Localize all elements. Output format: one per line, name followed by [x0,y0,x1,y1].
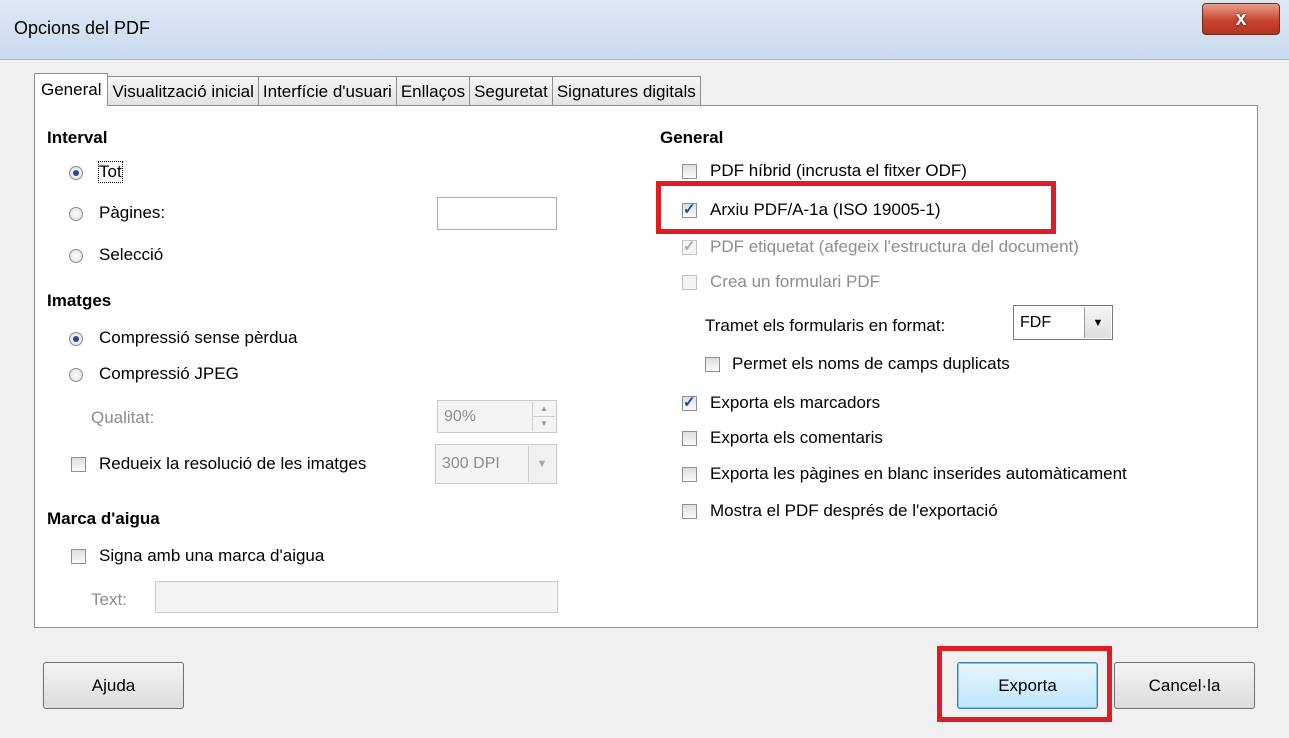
spin-down-icon[interactable]: ▼ [533,417,555,432]
interval-heading: Interval [47,128,108,147]
general-heading: General [660,128,724,147]
chevron-down-icon[interactable]: ▼ [1084,307,1111,338]
tab-links[interactable]: Enllaços [395,76,471,106]
radio-jpeg[interactable] [69,368,83,382]
radio-all-label: Tot [98,161,123,183]
reduce-resolution-label: Redueix la resolució de les imatges [99,454,367,473]
spin-up-icon[interactable]: ▲ [533,402,555,417]
watermark-checkbox[interactable] [71,549,86,564]
blank-pages-checkbox[interactable] [682,467,697,482]
bookmarks-checkbox[interactable] [682,393,697,411]
bookmarks-label: Exporta els marcadors [710,393,881,412]
radio-pages-label: Pàgines: [99,203,166,222]
create-form-label: Crea un formulari PDF [710,272,881,291]
quality-spin-buttons[interactable]: ▲ ▼ [532,402,555,431]
tab-general[interactable]: General [34,73,109,106]
submit-format-select[interactable]: FDF ▼ [1013,305,1113,340]
comments-checkbox[interactable] [682,431,697,446]
radio-all[interactable] [69,166,83,180]
blank-pages-label: Exporta les pàgines en blanc inserides a… [710,464,1127,483]
images-heading: Imatges [47,291,112,310]
export-button[interactable]: Exporta [957,662,1098,709]
radio-selection-label: Selecció [99,245,164,264]
close-icon: x [1235,7,1247,30]
dpi-value: 300 DPI [442,455,500,472]
quality-spinner[interactable]: 90% ▲ ▼ [437,400,557,433]
tagged-checkbox[interactable] [682,237,697,255]
archive-checkbox[interactable] [682,200,697,218]
radio-selection[interactable] [69,249,83,263]
tab-user-interface[interactable]: Interfície d'usuari [257,76,397,106]
watermark-text-input[interactable] [155,581,558,613]
archive-label: Arxiu PDF/A-1a (ISO 19005-1) [710,200,941,219]
window-title: Opcions del PDF [14,18,151,38]
radio-pages[interactable] [69,207,83,221]
create-form-checkbox[interactable] [682,275,697,290]
watermark-heading: Marca d'aigua [47,509,160,528]
radio-jpeg-label: Compressió JPEG [99,364,239,383]
watermark-label: Signa amb una marca d'aigua [99,546,325,565]
radio-lossless[interactable] [69,332,83,346]
title-bar: Opcions del PDF x [0,0,1289,60]
submit-format-value: FDF [1020,313,1052,331]
reduce-resolution-checkbox[interactable] [71,457,86,472]
tab-strip: General Visualització inicial Interfície… [34,73,701,106]
cancel-button[interactable]: Cancel·la [1114,662,1255,709]
duplicate-names-label: Permet els noms de camps duplicats [732,354,1010,373]
tagged-label: PDF etiquetat (afegeix l'estructura del … [710,237,1079,256]
submit-format-label: Tramet els formularis en format: [705,316,946,335]
close-button[interactable]: x [1202,3,1280,35]
dpi-select[interactable]: 300 DPI ▼ [435,444,557,484]
hybrid-checkbox[interactable] [682,164,697,179]
tab-initial-view[interactable]: Visualització inicial [107,76,259,106]
help-button[interactable]: Ajuda [43,662,184,709]
show-after-export-checkbox[interactable] [682,504,697,519]
pages-input[interactable] [437,197,557,230]
comments-label: Exporta els comentaris [710,428,883,447]
general-panel: Interval Tot Pàgines: Selecció Imatges C… [34,105,1258,628]
chevron-down-icon[interactable]: ▼ [528,446,555,482]
hybrid-label: PDF híbrid (incrusta el fitxer ODF) [710,161,967,180]
show-after-export-label: Mostra el PDF després de l'exportació [710,501,998,520]
watermark-text-label: Text: [91,590,127,609]
tab-digital-signatures[interactable]: Signatures digitals [551,76,701,106]
duplicate-names-checkbox[interactable] [705,357,720,372]
radio-lossless-label: Compressió sense pèrdua [99,328,298,347]
tab-security[interactable]: Seguretat [469,76,553,106]
quality-label: Qualitat: [91,408,155,427]
quality-value: 90% [444,407,477,425]
